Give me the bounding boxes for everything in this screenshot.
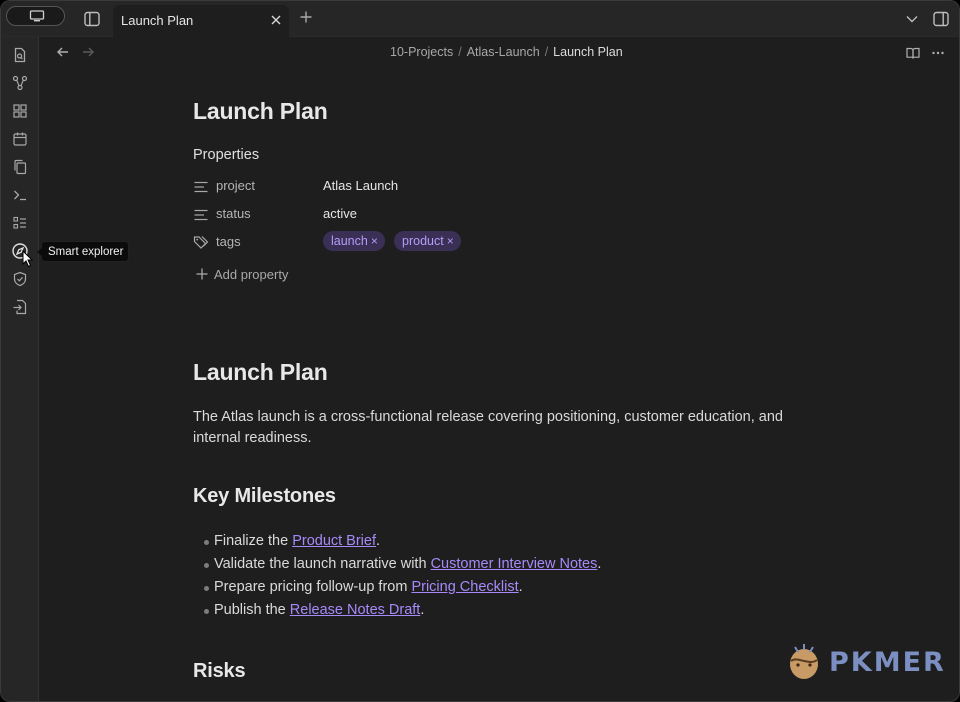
internal-link-release-notes-draft[interactable]: Release Notes Draft: [290, 602, 421, 618]
tag-label: launch: [331, 234, 368, 248]
breadcrumb-current[interactable]: Launch Plan: [553, 45, 623, 59]
list-checks-icon[interactable]: [12, 215, 28, 231]
heading-key-milestones: Key Milestones: [193, 485, 336, 507]
tags-icon: [193, 236, 209, 249]
internal-link-product-brief[interactable]: Product Brief: [292, 533, 376, 549]
inline-title[interactable]: Launch Plan: [193, 98, 328, 125]
list-item-text: Validate the launch narrative with: [214, 556, 431, 572]
heading-risks: Risks: [193, 660, 246, 682]
tag-label: product: [402, 234, 444, 248]
view-header: 10-Projects / Atlas-Launch / Launch Plan: [40, 37, 959, 67]
bullet-dot: [204, 563, 209, 568]
list-item: Finalize the Product Brief.: [193, 531, 793, 554]
bullet-dot: [204, 609, 209, 614]
book-open-icon[interactable]: [906, 46, 920, 60]
add-property-button[interactable]: Add property: [193, 265, 313, 285]
arrow-right-icon[interactable]: [81, 45, 95, 59]
file-search-icon[interactable]: [12, 47, 28, 63]
right-sidebar-toggle-icon[interactable]: [932, 10, 950, 28]
watermark-text: PKMER: [829, 647, 946, 678]
calendar-icon[interactable]: [12, 131, 28, 147]
tab-launch-plan[interactable]: Launch Plan: [113, 5, 289, 37]
remove-tag-icon[interactable]: ×: [371, 234, 378, 248]
breadcrumb-folder-atlas-launch[interactable]: Atlas-Launch: [467, 45, 540, 59]
pkmer-watermark: PKMER: [785, 641, 945, 685]
bullet-dot: [204, 540, 209, 545]
list-item-text: .: [420, 602, 425, 618]
more-options-icon[interactable]: [931, 46, 945, 60]
list-item: Publish the Release Notes Draft.: [193, 600, 793, 623]
left-sidebar-toggle-icon[interactable]: [83, 10, 101, 28]
chevron-down-icon[interactable]: [905, 12, 919, 26]
layout-dashboard-icon[interactable]: [12, 103, 28, 119]
list-item-text: .: [376, 533, 381, 549]
intro-paragraph: The Atlas launch is a cross-functional r…: [193, 409, 783, 446]
text-lines-icon: [194, 209, 208, 221]
tab-bar: Launch Plan: [1, 1, 959, 37]
text-lines-icon: [194, 181, 208, 193]
internal-link-customer-interview-notes[interactable]: Customer Interview Notes: [431, 556, 598, 572]
milestones-list: Finalize the Product Brief. Validate the…: [193, 531, 793, 623]
list-item-text: .: [597, 556, 602, 572]
graph-view-icon[interactable]: [12, 75, 28, 91]
breadcrumb-separator: /: [458, 45, 462, 59]
internal-link-pricing-checklist[interactable]: Pricing Checklist: [411, 579, 518, 595]
property-key[interactable]: project: [216, 178, 255, 193]
app-window: Launch Plan Smart explorer 10-Projects /…: [0, 0, 960, 702]
property-value[interactable]: Atlas Launch: [323, 178, 398, 193]
ribbon: [1, 37, 39, 701]
file-import-icon[interactable]: [12, 299, 28, 315]
mouse-cursor-icon: [22, 250, 34, 268]
tooltip: Smart explorer: [37, 241, 129, 262]
list-item: Validate the launch narrative with Custo…: [193, 554, 793, 577]
property-value[interactable]: active: [323, 206, 357, 221]
new-tab-icon[interactable]: [299, 10, 313, 24]
close-tab-icon[interactable]: [269, 13, 283, 27]
copy-files-icon[interactable]: [12, 159, 28, 175]
terminal-icon[interactable]: [12, 187, 28, 203]
plus-icon: [196, 268, 208, 280]
arrow-left-icon[interactable]: [56, 45, 70, 59]
heading-launch-plan: Launch Plan: [193, 359, 328, 385]
breadcrumb: 10-Projects / Atlas-Launch / Launch Plan: [390, 45, 623, 59]
add-property-label: Add property: [214, 267, 289, 282]
shield-check-icon[interactable]: [12, 271, 28, 287]
vault-switcher-button[interactable]: [6, 6, 65, 26]
tab-title: Launch Plan: [121, 13, 194, 28]
remove-tag-icon[interactable]: ×: [447, 234, 454, 248]
property-key[interactable]: status: [216, 206, 251, 221]
property-row-status[interactable]: status active: [193, 203, 693, 227]
property-row-project[interactable]: project Atlas Launch: [193, 175, 693, 199]
list-item-text: .: [518, 579, 523, 595]
vault-icon: [29, 10, 45, 22]
property-key[interactable]: tags: [216, 234, 241, 249]
pkmer-logo-icon: [790, 644, 818, 679]
list-item-text: Publish the: [214, 602, 290, 618]
properties-heading[interactable]: Properties: [193, 147, 259, 163]
breadcrumb-separator: /: [544, 45, 549, 59]
list-item-text: Finalize the: [214, 533, 293, 549]
property-row-tags[interactable]: tags launch × product ×: [193, 231, 693, 255]
list-item: Prepare pricing follow-up from Pricing C…: [193, 577, 793, 600]
list-item-text: Prepare pricing follow-up from: [214, 579, 412, 595]
tag-pill-launch[interactable]: launch ×: [323, 231, 385, 251]
breadcrumb-folder-projects[interactable]: 10-Projects: [390, 45, 453, 59]
bullet-dot: [204, 586, 209, 591]
tag-pill-product[interactable]: product ×: [394, 231, 461, 251]
